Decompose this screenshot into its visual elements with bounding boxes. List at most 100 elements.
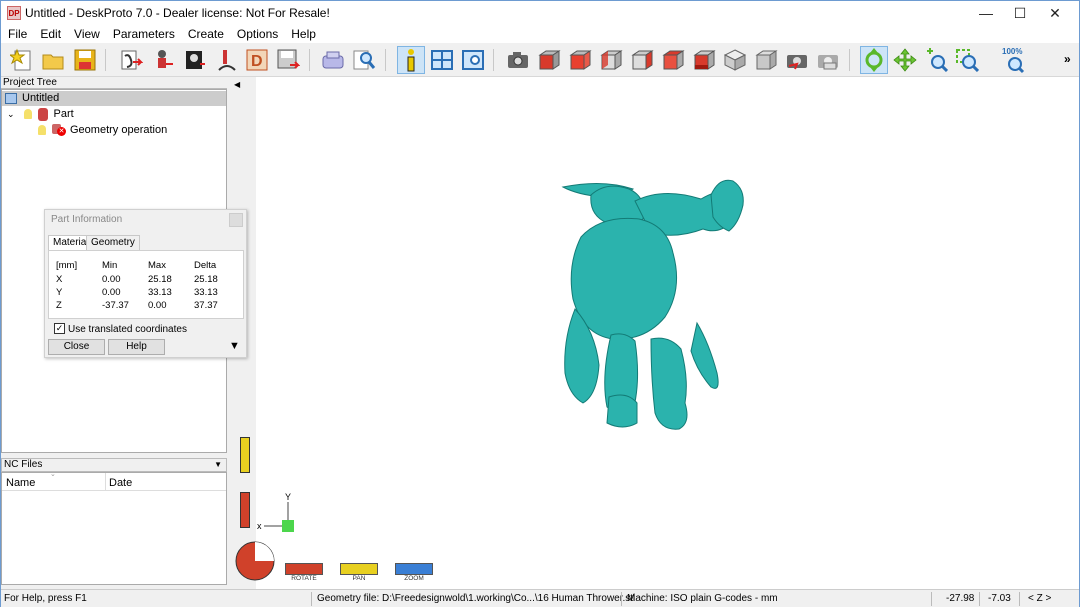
rotate-dial-icon[interactable]: [234, 539, 278, 585]
status-coord-2: -7.03: [988, 593, 1011, 604]
preview-icon[interactable]: [459, 46, 487, 74]
pan-wheel[interactable]: [340, 563, 378, 575]
row-y-min: 0.00: [102, 287, 121, 298]
tab-geometry[interactable]: Geometry: [86, 235, 140, 250]
column-divider[interactable]: [105, 473, 106, 491]
3d-viewport[interactable]: Y x: [231, 77, 1079, 589]
close-window-button[interactable]: ✕: [1038, 1, 1072, 25]
row-y-max: 33.13: [148, 287, 172, 298]
view-top-icon[interactable]: [659, 46, 687, 74]
menu-help[interactable]: Help: [284, 27, 322, 41]
row-x-max: 25.18: [148, 274, 172, 285]
row-z-min: -37.37: [102, 300, 129, 311]
view-bottom-icon[interactable]: [690, 46, 718, 74]
toolbar-overflow-button[interactable]: »: [1064, 52, 1071, 66]
view-iso2-icon[interactable]: [752, 46, 780, 74]
row-y-delta: 33.13: [194, 287, 218, 298]
chevron-down-icon[interactable]: ⌄: [7, 109, 15, 120]
export-icon[interactable]: [274, 46, 302, 74]
menu-edit[interactable]: Edit: [33, 27, 67, 41]
tree-item-untitled[interactable]: Untitled: [5, 90, 59, 106]
dialog-title: Part Information: [51, 214, 123, 225]
dialog-close-icon[interactable]: [229, 213, 243, 227]
tree-item-geometry-operation[interactable]: ✕ Geometry operation: [38, 122, 167, 138]
view-iso-icon[interactable]: [721, 46, 749, 74]
help-button[interactable]: Help: [108, 339, 165, 355]
minimize-button[interactable]: —: [969, 1, 1003, 25]
pan-slider[interactable]: [240, 437, 250, 473]
menu-options[interactable]: Options: [230, 27, 284, 41]
import-geometry-icon[interactable]: [117, 46, 145, 74]
nc-files-list: Name ⌄ Date: [1, 471, 227, 585]
column-name[interactable]: Name: [6, 477, 35, 489]
header-unit: [mm]: [56, 260, 78, 271]
zoom-wheel[interactable]: [395, 563, 433, 575]
model-canvas[interactable]: Y x: [231, 77, 1079, 589]
lightbulb-icon[interactable]: [23, 109, 32, 119]
info-icon[interactable]: [397, 46, 425, 74]
import-bitmap-icon[interactable]: [181, 46, 209, 74]
close-button[interactable]: Close: [48, 339, 105, 355]
expand-down-icon[interactable]: ▼: [229, 340, 240, 352]
nc-files-dropdown-icon[interactable]: ▼: [214, 459, 222, 471]
nc-files-title: NC Files: [4, 459, 43, 470]
view-back-icon[interactable]: [566, 46, 594, 74]
status-coord-1: -27.98: [946, 593, 975, 604]
menu-file[interactable]: File: [1, 27, 33, 41]
layout-icon[interactable]: [428, 46, 456, 74]
rotate-slider[interactable]: [240, 492, 250, 528]
camera-print-icon[interactable]: [814, 46, 842, 74]
rotate-wheel[interactable]: [285, 563, 323, 575]
row-x-delta: 25.18: [194, 274, 218, 285]
zoom-window-icon[interactable]: [953, 46, 981, 74]
d-icon[interactable]: D: [243, 46, 271, 74]
status-geometry-file: Geometry file: D:\Freedesignwold\1.worki…: [317, 593, 636, 604]
axis-gizmo: Y x: [257, 492, 294, 532]
title-bar: DP Untitled - DeskProto 7.0 - Dealer lic…: [1, 1, 1079, 25]
camera-icon[interactable]: [504, 46, 532, 74]
pan-icon[interactable]: [891, 46, 919, 74]
view-front-icon[interactable]: [535, 46, 563, 74]
row-x-axis: X: [56, 274, 63, 285]
status-axis: < Z >: [1028, 593, 1052, 604]
new-file-icon[interactable]: [8, 46, 36, 74]
rotate-icon[interactable]: [860, 46, 888, 74]
maximize-button[interactable]: ☐: [1003, 1, 1037, 25]
menu-view[interactable]: View: [67, 27, 106, 41]
header-max: Max: [148, 260, 166, 271]
camera-reset-icon[interactable]: [783, 46, 811, 74]
row-z-axis: Z: [56, 300, 62, 311]
part-model: [561, 179, 744, 430]
nc-files-header: NC Files ▼: [1, 458, 227, 472]
use-translated-coordinates-checkbox[interactable]: ✓: [54, 323, 65, 334]
menu-create[interactable]: Create: [181, 27, 230, 41]
row-z-max: 0.00: [148, 300, 167, 311]
lightbulb-icon[interactable]: [38, 125, 46, 135]
view-left-icon[interactable]: [597, 46, 625, 74]
collapse-arrow-icon[interactable]: ◀: [234, 80, 240, 89]
column-date[interactable]: Date: [109, 477, 132, 489]
open-folder-icon[interactable]: [39, 46, 67, 74]
svg-text:D: D: [251, 53, 263, 70]
search-icon[interactable]: [350, 46, 378, 74]
menu-parameters[interactable]: Parameters: [106, 27, 181, 41]
material-tab-pane: [mm] Min Max Delta X 0.00 25.18 25.18 Y …: [48, 250, 244, 319]
zoom-in-icon[interactable]: [922, 46, 950, 74]
tree-item-part[interactable]: ⌄ Part: [7, 106, 74, 122]
view-right-icon[interactable]: [628, 46, 656, 74]
machine-icon[interactable]: [319, 46, 347, 74]
zoom-100-icon[interactable]: 100%: [1000, 46, 1030, 74]
status-help-text: For Help, press F1: [4, 593, 87, 604]
part-icon: [37, 107, 48, 121]
project-icon: [5, 92, 17, 104]
window-title: Untitled - DeskProto 7.0 - Dealer licens…: [25, 6, 330, 20]
tree-label-part: Part: [53, 108, 74, 120]
vector-toolpath-icon[interactable]: [212, 46, 240, 74]
axis-y-label: Y: [285, 492, 291, 502]
save-icon[interactable]: [71, 46, 99, 74]
zoom-wheel-label: ZOOM: [404, 575, 424, 582]
row-z-delta: 37.37: [194, 300, 218, 311]
geometry-operation-error-icon: ✕: [52, 124, 66, 136]
import-vector-icon[interactable]: [149, 46, 177, 74]
zoom-100-label: 100%: [1002, 47, 1022, 56]
